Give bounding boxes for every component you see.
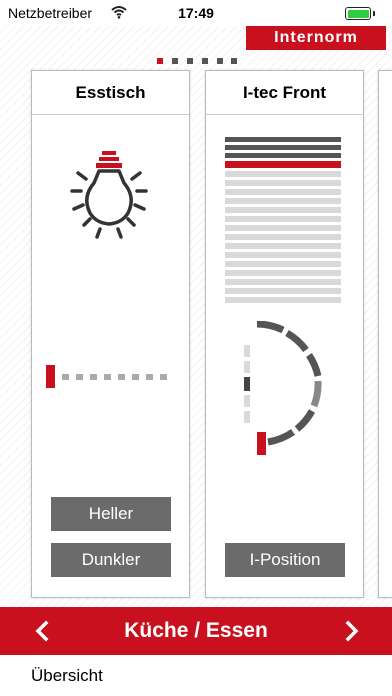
page-dot bbox=[157, 58, 163, 64]
card-title: I-tec Front bbox=[206, 71, 363, 115]
light-bulb-icon[interactable] bbox=[64, 149, 156, 247]
card-title: Esstisch bbox=[32, 71, 189, 115]
page-indicator bbox=[157, 58, 237, 64]
slat-angle-control[interactable] bbox=[240, 321, 330, 457]
light-card: Esstisch Heller Dunkler bbox=[31, 70, 190, 598]
blind-card: I-tec Front I-Position bbox=[205, 70, 364, 598]
battery-tip bbox=[373, 11, 375, 16]
page-dot bbox=[172, 58, 178, 64]
next-card-partial[interactable] bbox=[378, 70, 392, 598]
brand-logo: Internorm bbox=[246, 26, 386, 50]
page-dot bbox=[187, 58, 193, 64]
brighter-button[interactable]: Heller bbox=[51, 497, 171, 531]
clock: 17:49 bbox=[178, 5, 214, 21]
chevron-right-icon[interactable] bbox=[330, 607, 374, 655]
dimmer-slider[interactable] bbox=[46, 365, 176, 391]
chevron-left-icon[interactable] bbox=[18, 607, 62, 655]
page-dot bbox=[202, 58, 208, 64]
page-dot bbox=[231, 58, 237, 64]
room-navigation: Küche / Essen bbox=[0, 607, 392, 655]
darker-button[interactable]: Dunkler bbox=[51, 543, 171, 577]
battery-icon bbox=[345, 7, 371, 20]
page-dot bbox=[217, 58, 223, 64]
position-button[interactable]: I-Position bbox=[225, 543, 345, 577]
overview-link[interactable]: Übersicht bbox=[0, 655, 392, 696]
status-bar: Netzbetreiber 17:49 bbox=[0, 0, 392, 26]
slat-angle-thumb bbox=[257, 432, 266, 455]
dimmer-slider-thumb bbox=[46, 365, 55, 388]
blind-icon[interactable] bbox=[225, 137, 343, 307]
